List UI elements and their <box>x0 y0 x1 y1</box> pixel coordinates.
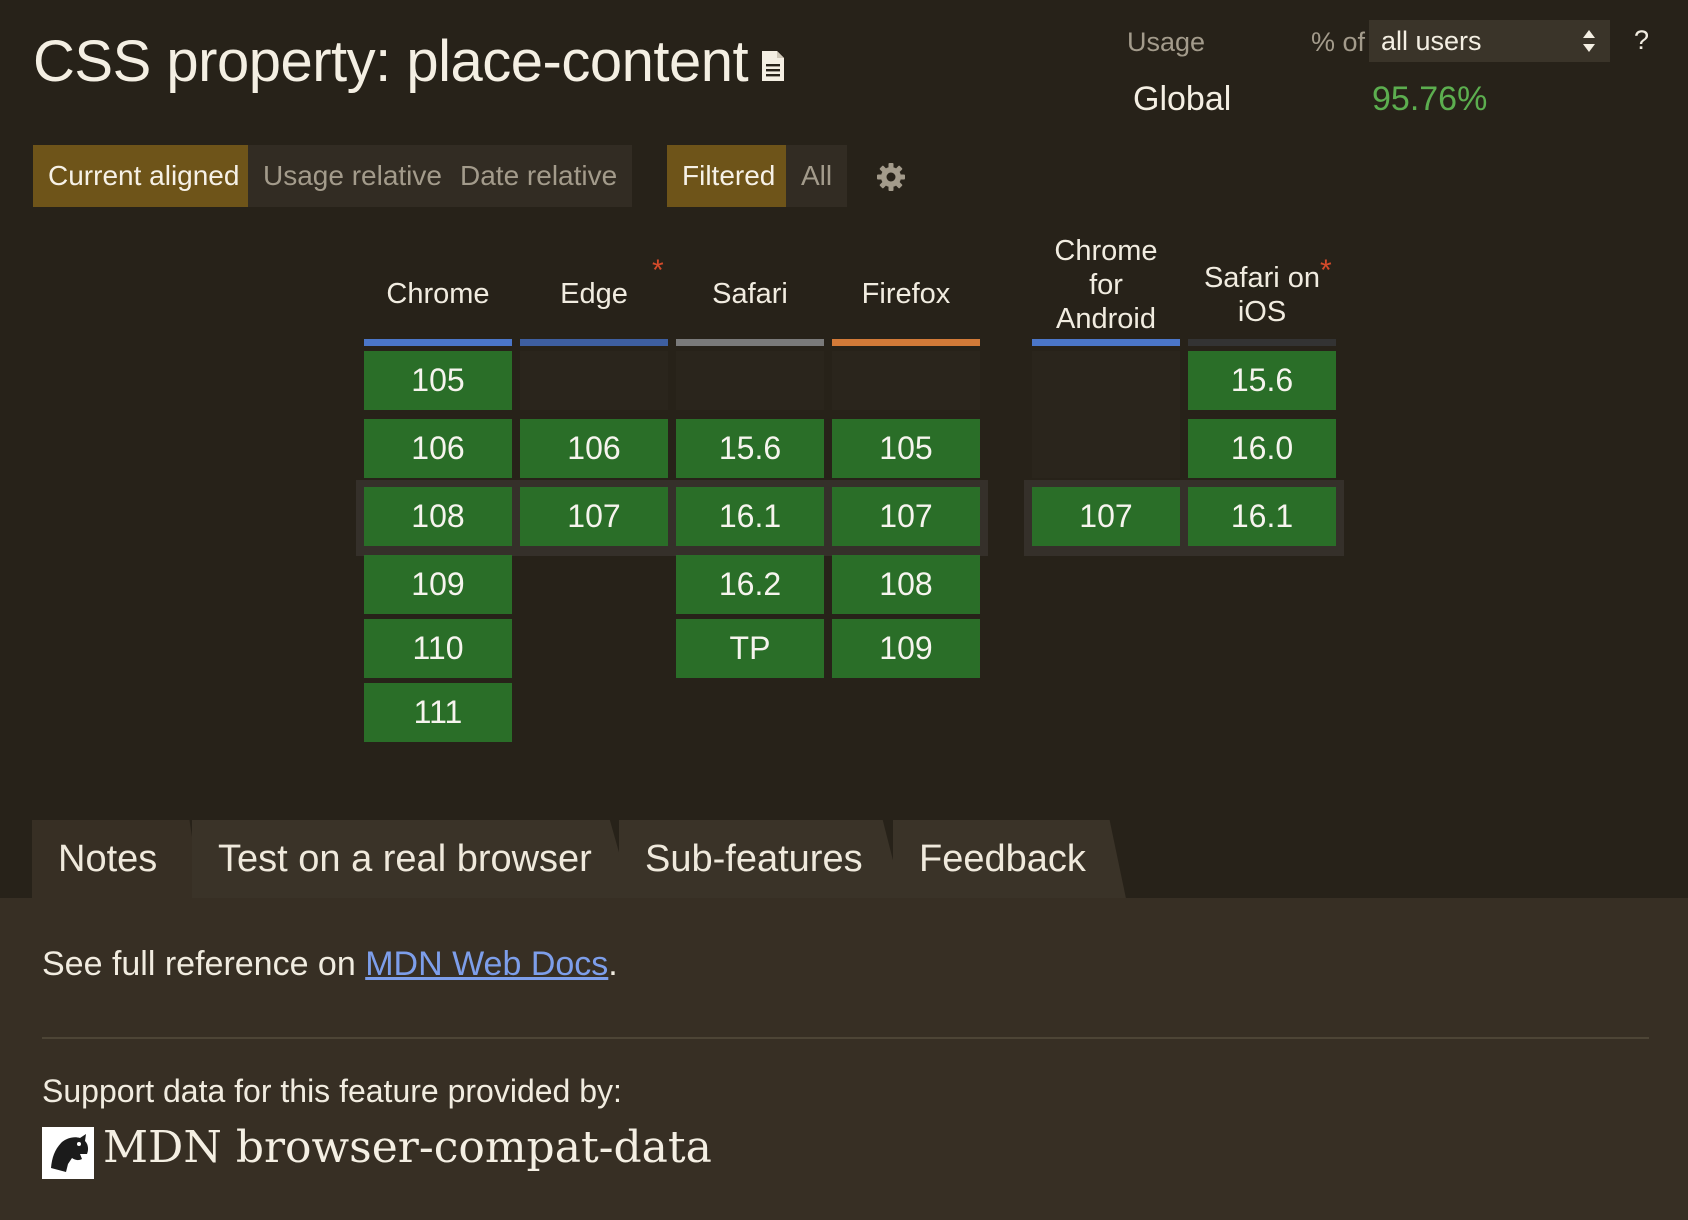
browser-header-chrome: Chrome <box>386 278 490 310</box>
notes-divider <box>42 1037 1649 1039</box>
browser-header-safari: Safari <box>712 278 788 310</box>
mdn-dino-icon[interactable] <box>42 1127 94 1179</box>
version-cell-current[interactable]: 107 <box>1032 487 1180 546</box>
tab-notes[interactable]: Notes <box>32 820 202 898</box>
select-arrows-icon <box>1583 30 1595 52</box>
reference-suffix: . <box>608 945 618 983</box>
version-cell-current[interactable]: 16.1 <box>1188 487 1336 546</box>
mdn-bcd-label[interactable]: MDN browser-compat-data <box>103 1122 712 1173</box>
usage-label: Usage <box>1127 27 1206 57</box>
version-cell[interactable]: 105 <box>364 351 512 410</box>
browser-bar-chrome <box>364 339 512 346</box>
tab-test-real-browser[interactable]: Test on a real browser <box>192 820 632 898</box>
header-line: Chrome <box>1054 235 1158 267</box>
browser-header-safari-ios: Safari on iOS <box>1188 261 1336 329</box>
browser-header-firefox: Firefox <box>861 278 951 310</box>
help-button[interactable]: ? <box>1634 25 1649 56</box>
version-cell[interactable]: 105 <box>832 419 980 478</box>
usage-scope-select[interactable]: all users <box>1369 20 1610 62</box>
tab-sub-features[interactable]: Sub-features <box>619 820 903 898</box>
page-title: CSS property: place-content <box>33 29 749 94</box>
region-label: Global <box>1133 80 1232 118</box>
version-cell[interactable]: 110 <box>364 619 512 678</box>
version-cell[interactable]: 109 <box>832 619 980 678</box>
version-cell[interactable]: 106 <box>364 419 512 478</box>
tab-feedback[interactable]: Feedback <box>893 820 1126 898</box>
usage-scope-value: all users <box>1381 26 1482 56</box>
safari-ios-note-asterisk: * <box>1320 254 1332 287</box>
browser-bar-edge <box>520 339 668 346</box>
filter-filtered[interactable]: Filtered <box>667 145 791 207</box>
version-cell[interactable]: 15.6 <box>676 419 824 478</box>
version-cell-current[interactable]: 107 <box>832 487 980 546</box>
browser-bar-firefox <box>832 339 980 346</box>
browser-bar-safari <box>676 339 824 346</box>
version-cell-current[interactable]: 16.1 <box>676 487 824 546</box>
browser-bar-safari-ios <box>1188 339 1336 346</box>
browser-header-edge: Edge <box>560 278 628 310</box>
version-cell[interactable]: 111 <box>364 683 512 742</box>
version-cell-current[interactable]: 108 <box>364 487 512 546</box>
empty-version-cell <box>676 351 824 410</box>
gear-icon[interactable] <box>876 162 906 192</box>
version-cell[interactable]: 106 <box>520 419 668 478</box>
version-cell[interactable]: 16.2 <box>676 555 824 614</box>
browser-header-chrome-android: Chrome for Android <box>1032 234 1180 336</box>
view-current-aligned[interactable]: Current aligned <box>33 145 255 207</box>
version-cell[interactable]: 15.6 <box>1188 351 1336 410</box>
empty-version-cell <box>832 351 980 410</box>
browser-bar-chrome-android <box>1032 339 1180 346</box>
header-line: Safari on <box>1203 262 1321 294</box>
view-usage-relative[interactable]: Usage relative <box>248 145 457 207</box>
global-usage-percent: 95.76% <box>1372 80 1488 118</box>
document-icon[interactable] <box>760 50 786 82</box>
reference-text: See full reference on MDN Web Docs. <box>42 945 618 984</box>
mdn-web-docs-link[interactable]: MDN Web Docs <box>365 945 608 983</box>
support-data-text: Support data for this feature provided b… <box>42 1073 622 1109</box>
version-cell[interactable]: 16.0 <box>1188 419 1336 478</box>
version-cell[interactable]: 108 <box>832 555 980 614</box>
reference-prefix: See full reference on <box>42 945 366 983</box>
empty-version-cell <box>1032 351 1180 478</box>
empty-version-cell <box>520 351 668 410</box>
view-date-relative[interactable]: Date relative <box>445 145 633 207</box>
version-cell[interactable]: 109 <box>364 555 512 614</box>
header-line: for <box>1089 269 1123 301</box>
header-line: Android <box>1056 303 1156 335</box>
version-cell-current[interactable]: 107 <box>520 487 668 546</box>
percent-of-label: % of <box>1311 27 1366 57</box>
version-cell[interactable]: TP <box>676 619 824 678</box>
filter-all[interactable]: All <box>786 145 848 207</box>
header-line: iOS <box>1237 296 1287 328</box>
edge-note-asterisk: * <box>652 254 664 287</box>
